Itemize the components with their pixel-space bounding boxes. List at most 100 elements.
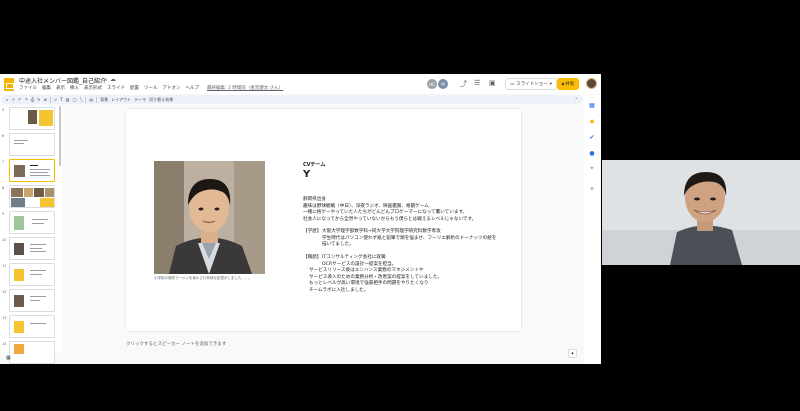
slide-number: 11: [2, 264, 7, 268]
print-icon[interactable]: ⎙: [31, 97, 34, 102]
slide-thumbnail-selected[interactable]: 7: [0, 158, 62, 183]
menu-file[interactable]: ファイル: [19, 85, 37, 91]
filmstrip-scrollbar[interactable]: [59, 106, 61, 166]
comment-icon[interactable]: ▤: [89, 97, 93, 102]
slide-thumbnail[interactable]: 8: [0, 184, 62, 209]
slide-thumbnail[interactable]: 11: [0, 262, 62, 287]
explore-button[interactable]: ✦: [568, 349, 577, 358]
contacts-icon[interactable]: ●: [587, 148, 597, 158]
tasks-icon[interactable]: ✔: [587, 132, 597, 142]
zoom-icon[interactable]: ⊕: [44, 97, 47, 102]
menu-format[interactable]: 表示形式: [84, 85, 102, 91]
slide-preview: [9, 289, 55, 312]
photo-caption: 小学校の頃学ラーメンを食わされ気味な記憶がしました。。。: [154, 276, 252, 280]
menu-help[interactable]: ヘルプ: [186, 85, 200, 91]
career-line: もっとレベルが高い環境で強豪相手の問題をやりたくなり: [309, 281, 429, 287]
toolbar-background[interactable]: 背景: [100, 97, 108, 103]
slide-editor: 小学校の頃学ラーメンを食わされ気味な記憶がしました。。。 CVチーム Y 静岡県…: [63, 106, 583, 352]
toolbar-layout[interactable]: レイアウト: [111, 97, 131, 103]
slideshow-button[interactable]: ▭ スライドショー ▾: [505, 78, 558, 90]
user-avatar[interactable]: [586, 78, 597, 89]
filmstrip-view-toggle[interactable]: ▦: [6, 355, 11, 361]
webcam-feed: [602, 160, 800, 265]
slideshow-icon: ▭: [510, 81, 515, 87]
toolbar-transition[interactable]: 切り替え効果: [149, 97, 173, 103]
last-edit-link[interactable]: 最終編集: 2 時間前（金宮健太 さん）: [207, 85, 283, 91]
add-ons-icon[interactable]: ＋: [587, 183, 597, 193]
slide-number: 14: [2, 342, 7, 346]
explore-icon: ✦: [570, 350, 575, 357]
share-button[interactable]: 🔒︎ 共有: [557, 78, 579, 90]
slide-preview: [9, 185, 55, 208]
collaborator-avatar[interactable]: M: [438, 79, 448, 89]
slide-thumbnail[interactable]: 6: [0, 132, 62, 157]
meet-icon[interactable]: ▣: [489, 79, 496, 87]
text-box-icon[interactable]: T: [60, 97, 62, 102]
profile-photo[interactable]: [154, 161, 265, 274]
side-panel: ▦ ◆ ✔ ● ⌖ ＋: [584, 95, 601, 364]
menu-tools[interactable]: ツール: [144, 85, 158, 91]
collaborator-avatar[interactable]: HE: [427, 79, 437, 89]
toolbar-theme[interactable]: テーマ: [134, 97, 146, 103]
slide-preview: [9, 341, 55, 364]
slide-thumbnail[interactable]: 10: [0, 236, 62, 261]
collapse-chevron-icon[interactable]: ⌃: [575, 97, 578, 102]
slideshow-label: スライドショー: [516, 82, 548, 87]
toolbar: ⌕ ＋ ↶ ↷ ⎙ ✎ ⊕ ➚ T ▨ ◯ ╲ ▤ 背景 レイアウト テーマ 切…: [2, 95, 582, 104]
undo-icon[interactable]: ↶: [18, 97, 21, 102]
menu-bar: ファイル 編集 表示 挿入 表示形式 スライド 配置 ツール アドオン ヘルプ …: [19, 85, 283, 91]
comment-history-icon[interactable]: ☰: [474, 79, 480, 87]
move-folder-icon[interactable]: ▭: [102, 76, 108, 83]
career-line: チームラボに入社しました。: [309, 288, 369, 293]
menu-slide[interactable]: スライド: [107, 85, 125, 91]
toolbar-divider: [85, 96, 87, 103]
slide-number: 8: [2, 186, 5, 190]
paint-format-icon[interactable]: ✎: [37, 97, 40, 102]
calendar-icon[interactable]: ▦: [587, 100, 597, 110]
search-menus-icon[interactable]: ⌕: [6, 97, 8, 102]
intro-line: 社会人になってから全然やっていないからもう僕らとは戦えるレベルじゃないです。: [303, 216, 477, 222]
toolbar-divider: [96, 96, 98, 103]
cloud-status-icon[interactable]: ☁: [110, 76, 116, 83]
line-icon[interactable]: ╲: [80, 97, 82, 102]
title-bar: 中途入社メンバー図鑑_自己紹介 ☆ ▭ ☁ ファイル 編集 表示 挿入 表示形式…: [0, 74, 601, 94]
slide-thumbnail[interactable]: 5: [0, 106, 62, 131]
chevron-down-icon: ▾: [549, 81, 553, 87]
slide-number: 6: [2, 134, 5, 138]
redo-icon[interactable]: ↷: [25, 97, 28, 102]
slide-preview: [9, 133, 55, 156]
slides-logo-icon[interactable]: [4, 78, 14, 91]
slide-preview: [9, 107, 55, 130]
slide-filmstrip: 5 6 7 8 9 10 11 12 13 14: [0, 106, 62, 364]
toolbar-divider: [49, 96, 51, 103]
star-icon[interactable]: ☆: [94, 76, 99, 83]
shape-icon[interactable]: ◯: [72, 97, 76, 102]
slide-thumbnail[interactable]: 13: [0, 314, 62, 339]
slide-number: 13: [2, 316, 7, 320]
intro-line: 静岡県出身: [303, 197, 326, 202]
menu-arrange[interactable]: 配置: [130, 85, 139, 91]
career-line: サービスリリース後はエンハンス業務のマネジメントや: [309, 268, 424, 274]
menu-addons[interactable]: アドオン: [163, 85, 181, 91]
current-slide[interactable]: 小学校の頃学ラーメンを食わされ気味な記憶がしました。。。 CVチーム Y 静岡県…: [126, 109, 521, 331]
document-title[interactable]: 中途入社メンバー図鑑_自己紹介: [19, 76, 106, 85]
slide-thumbnail[interactable]: 12: [0, 288, 62, 313]
slide-preview: [9, 211, 55, 234]
slide-number: 9: [2, 212, 5, 216]
slide-preview: [9, 159, 55, 182]
menu-view[interactable]: 表示: [56, 85, 65, 91]
slide-number: 10: [2, 238, 7, 242]
lock-icon: 🔒︎: [561, 82, 565, 87]
keep-icon[interactable]: ◆: [587, 116, 597, 126]
activity-dashboard-icon[interactable]: ⤴: [460, 79, 467, 89]
slide-thumbnail[interactable]: 9: [0, 210, 62, 235]
slide-number: 5: [2, 108, 5, 112]
maps-icon[interactable]: ⌖: [587, 164, 597, 174]
image-icon[interactable]: ▨: [66, 97, 70, 102]
slide-preview: [9, 315, 55, 338]
menu-edit[interactable]: 編集: [42, 85, 51, 91]
select-tool-icon[interactable]: ➚: [54, 97, 57, 102]
new-slide-icon[interactable]: ＋: [11, 97, 15, 103]
speaker-notes-placeholder[interactable]: クリックするとスピーカー ノートを追加できます: [126, 341, 226, 347]
menu-insert[interactable]: 挿入: [70, 85, 79, 91]
